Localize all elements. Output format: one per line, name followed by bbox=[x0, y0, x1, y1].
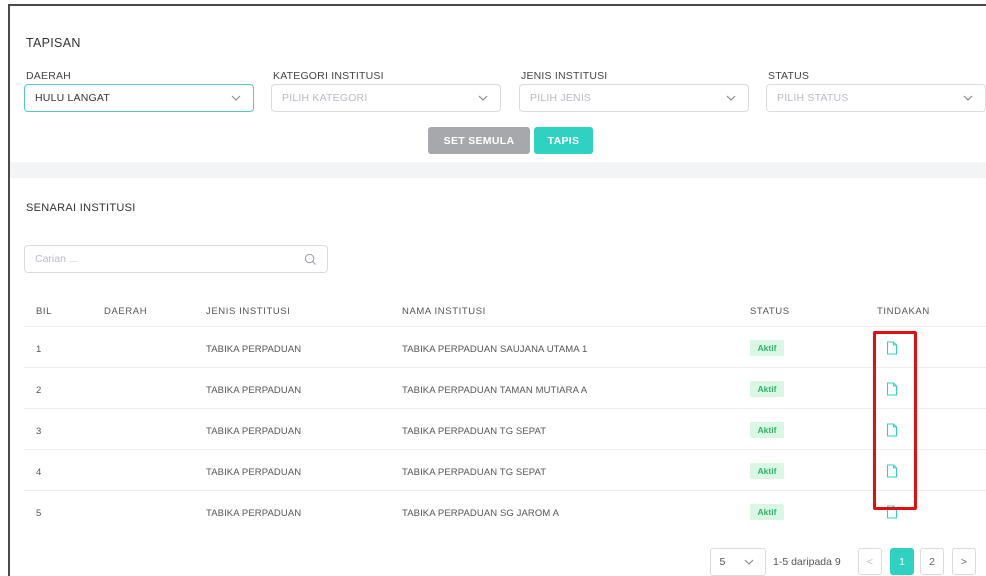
kategori-select[interactable]: PILIH KATEGORI bbox=[271, 84, 501, 112]
row-bil: 3 bbox=[36, 426, 42, 437]
column-header-nama: NAMA INSTITUSI bbox=[402, 306, 486, 317]
chevron-down-icon bbox=[478, 95, 488, 101]
status-label: STATUS bbox=[768, 70, 810, 82]
column-header-tindakan: TINDAKAN bbox=[877, 306, 930, 317]
jenis-select[interactable]: PILIH JENIS bbox=[519, 84, 749, 112]
row-nama: TABIKA PERPADUAN TG SEPAT bbox=[402, 426, 547, 437]
kategori-label: KATEGORI INSTITUSI bbox=[273, 70, 384, 82]
search-input[interactable] bbox=[35, 253, 275, 265]
jenis-label: JENIS INSTITUSI bbox=[521, 70, 608, 82]
row-nama: TABIKA PERPADUAN TG SEPAT bbox=[402, 467, 547, 478]
daerah-select-value: HULU LANGAT bbox=[35, 92, 110, 104]
prev-page-button[interactable]: < bbox=[858, 548, 882, 575]
daerah-select[interactable]: HULU LANGAT bbox=[24, 84, 254, 112]
column-header-daerah: DAERAH bbox=[104, 306, 148, 317]
status-badge: Aktif bbox=[750, 340, 784, 356]
row-jenis: TABIKA PERPADUAN bbox=[206, 426, 302, 437]
status-select-placeholder: PILIH STATUS bbox=[777, 92, 849, 104]
kategori-select-placeholder: PILIH KATEGORI bbox=[282, 92, 368, 104]
row-nama: TABIKA PERPADUAN SAUJANA UTAMA 1 bbox=[402, 344, 588, 355]
row-bil: 2 bbox=[36, 385, 42, 396]
status-badge: Aktif bbox=[750, 422, 784, 438]
filter-button[interactable]: TAPIS bbox=[534, 127, 593, 154]
page-size-select[interactable]: 5 bbox=[710, 548, 766, 576]
column-header-bil: BIL bbox=[36, 306, 53, 317]
filter-title: TAPISAN bbox=[26, 36, 81, 50]
row-nama: TABIKA PERPADUAN TAMAN MUTIARA A bbox=[402, 385, 588, 396]
institution-list-panel: SENARAI INSTITUSI BIL DAERAH JENIS INSTI… bbox=[10, 178, 986, 576]
row-divider bbox=[24, 490, 986, 491]
row-divider bbox=[24, 408, 986, 409]
chevron-down-icon bbox=[963, 95, 973, 101]
column-header-status: STATUS bbox=[750, 306, 790, 317]
row-jenis: TABIKA PERPADUAN bbox=[206, 467, 302, 478]
pagination-info: 1-5 daripada 9 bbox=[773, 556, 841, 568]
column-header-jenis: JENIS INSTITUSI bbox=[206, 306, 291, 317]
status-badge: Aktif bbox=[750, 504, 784, 520]
page-size-value: 5 bbox=[719, 556, 726, 568]
chevron-down-icon bbox=[745, 559, 754, 565]
jenis-select-placeholder: PILIH JENIS bbox=[530, 92, 592, 104]
row-jenis: TABIKA PERPADUAN bbox=[206, 344, 302, 355]
search-box bbox=[24, 245, 328, 273]
status-select[interactable]: PILIH STATUS bbox=[766, 84, 986, 112]
row-divider bbox=[24, 367, 986, 368]
row-bil: 1 bbox=[36, 344, 42, 355]
chevron-down-icon bbox=[231, 95, 241, 101]
page-button-1[interactable]: 1 bbox=[890, 548, 914, 575]
row-jenis: TABIKA PERPADUAN bbox=[206, 385, 302, 396]
row-bil: 4 bbox=[36, 467, 42, 478]
app-frame: TAPISAN DAERAH HULU LANGAT KATEGORI INST… bbox=[8, 4, 986, 576]
daerah-label: DAERAH bbox=[26, 70, 71, 82]
next-page-button[interactable]: > bbox=[952, 548, 976, 575]
list-title: SENARAI INSTITUSI bbox=[26, 202, 136, 214]
row-bil: 5 bbox=[36, 508, 42, 519]
chevron-down-icon bbox=[726, 95, 736, 101]
action-column-highlight bbox=[873, 331, 917, 510]
page-button-2[interactable]: 2 bbox=[920, 548, 944, 575]
search-icon[interactable] bbox=[304, 253, 317, 266]
row-jenis: TABIKA PERPADUAN bbox=[206, 508, 302, 519]
status-badge: Aktif bbox=[750, 463, 784, 479]
filter-panel: TAPISAN DAERAH HULU LANGAT KATEGORI INST… bbox=[10, 6, 986, 162]
status-badge: Aktif bbox=[750, 381, 784, 397]
header-divider bbox=[24, 326, 986, 327]
reset-button[interactable]: SET SEMULA bbox=[428, 127, 530, 154]
row-divider bbox=[24, 449, 986, 450]
row-nama: TABIKA PERPADUAN SG JAROM A bbox=[402, 508, 560, 519]
